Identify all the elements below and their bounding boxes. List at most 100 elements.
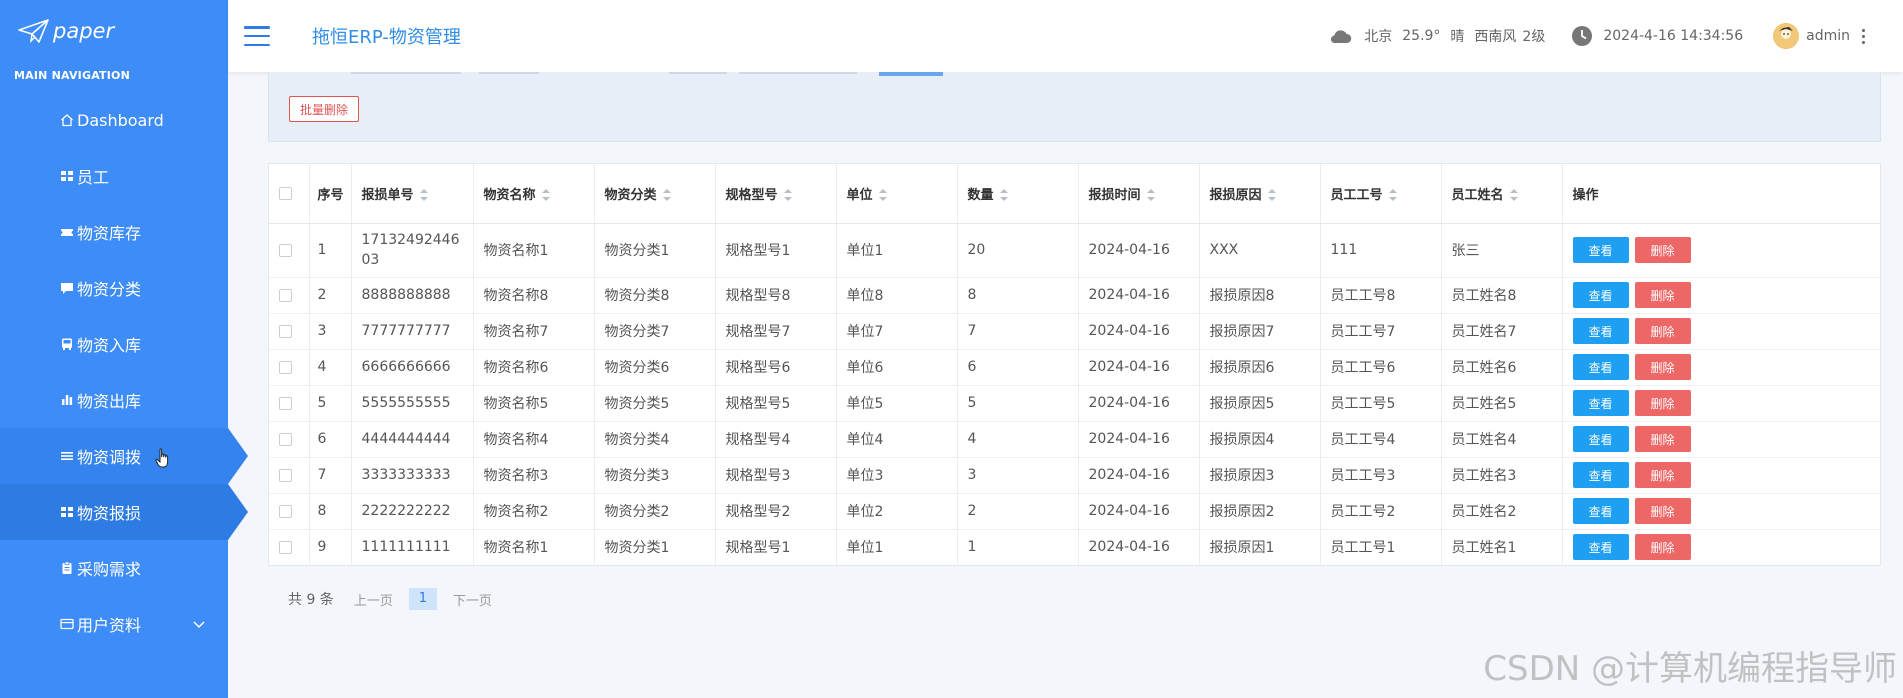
view-button[interactable]: 查看 [1572, 462, 1629, 488]
brand-logo[interactable]: paper [0, 0, 228, 62]
table-row: 5 5555555555 物资名称5 物资分类5 规格型号5 单位5 5 2024-04-16… [269, 385, 1880, 422]
delete-button[interactable]: 删除 [1634, 354, 1691, 380]
sort-icon[interactable] [419, 189, 428, 202]
sort-icon[interactable] [1267, 189, 1276, 202]
cell-unit: 单位6 [836, 349, 958, 386]
sidebar-item-purchase[interactable]: 采购需求 [0, 540, 228, 596]
column-header-material-name[interactable]: 物资名称 [473, 164, 595, 224]
cell-employee-no: 员工工号6 [1320, 349, 1442, 386]
table-row: 4 6666666666 物资名称6 物资分类6 规格型号6 单位6 6 2024-04-16… [269, 349, 1880, 386]
sort-icon[interactable] [1388, 189, 1397, 202]
view-button[interactable]: 查看 [1572, 282, 1629, 308]
column-header-actions: 操作 [1562, 164, 1880, 224]
view-button[interactable]: 查看 [1572, 498, 1629, 524]
row-checkbox[interactable] [279, 468, 292, 482]
delete-button[interactable]: 删除 [1634, 282, 1691, 308]
row-checkbox[interactable] [279, 243, 292, 257]
row-checkbox[interactable] [279, 360, 292, 374]
sidebar-item-transfer[interactable]: 物资调拨 [0, 428, 248, 484]
column-header-spec[interactable]: 规格型号 [715, 164, 837, 224]
weather-level: 2级 [1522, 29, 1546, 45]
row-checkbox[interactable] [279, 324, 292, 338]
cell-material-name: 物资名称7 [473, 313, 595, 350]
batch-delete-button[interactable]: 批量删除 [289, 96, 360, 122]
sidebar-item-category[interactable]: 物资分类 [0, 260, 228, 316]
prev-page-link[interactable]: 上一页 [354, 590, 393, 609]
cell-unit: 单位5 [836, 385, 958, 422]
column-header-report-time[interactable]: 报损时间 [1078, 164, 1200, 224]
column-header-report-no[interactable]: 报损单号 [351, 164, 474, 224]
row-checkbox[interactable] [279, 540, 292, 554]
view-button[interactable]: 查看 [1572, 426, 1629, 452]
sidebar-item-inventory[interactable]: 物资库存 [0, 204, 228, 260]
table-header-row: 序号 报损单号 物资名称 物资分类 规格型号 单位 数量 报损时间 报损原因 员… [269, 164, 1880, 224]
row-select-cell [269, 277, 310, 314]
sidebar-item-stock-in[interactable]: 物资入库 [0, 316, 228, 372]
cell-material-category: 物资分类8 [594, 277, 716, 314]
sort-icon[interactable] [1146, 189, 1155, 202]
weather-condition: 晴 [1450, 29, 1465, 45]
sort-icon[interactable] [662, 189, 671, 202]
row-checkbox[interactable] [279, 504, 292, 518]
page-number-current[interactable]: 1 [408, 588, 437, 610]
delete-button[interactable]: 删除 [1634, 426, 1691, 452]
bus-icon [60, 337, 74, 351]
cell-report-time: 2024-04-16 [1078, 313, 1200, 350]
column-header-employee-name[interactable]: 员工姓名 [1441, 164, 1563, 224]
cell-material-category: 物资分类7 [594, 313, 716, 350]
sidebar-item-user-profile[interactable]: 用户资料 [0, 596, 228, 652]
sidebar-item-damage-report[interactable]: 物资报损 [0, 484, 248, 540]
cell-quantity: 5 [957, 385, 1079, 422]
cell-material-category: 物资分类1 [594, 529, 716, 565]
column-header-material-category[interactable]: 物资分类 [594, 164, 716, 224]
cell-material-name: 物资名称5 [473, 385, 595, 422]
cell-report-no: 3333333333 [351, 457, 474, 494]
next-page-link[interactable]: 下一页 [453, 590, 492, 609]
sort-icon[interactable] [541, 189, 550, 202]
row-checkbox[interactable] [279, 396, 292, 410]
sort-icon[interactable] [999, 189, 1008, 202]
sidebar-item-stock-out[interactable]: 物资出库 [0, 372, 228, 428]
delete-button[interactable]: 删除 [1634, 498, 1691, 524]
sort-icon[interactable] [783, 189, 792, 202]
cell-reason: 报损原因5 [1199, 385, 1321, 422]
cell-actions: 查看 删除 [1562, 457, 1880, 494]
delete-button[interactable]: 删除 [1634, 462, 1691, 488]
current-datetime: 2024-4-16 14:34:56 [1603, 28, 1744, 44]
more-vertical-icon[interactable] [1862, 28, 1865, 44]
menu-toggle-icon[interactable] [244, 26, 270, 46]
delete-button[interactable]: 删除 [1634, 237, 1691, 263]
cell-report-no: 7777777777 [351, 313, 474, 350]
chevron-down-icon[interactable] [192, 617, 206, 631]
sort-icon[interactable] [1509, 189, 1518, 202]
sidebar-item-employee[interactable]: 员工 [0, 148, 228, 204]
cell-employee-no: 111 [1320, 223, 1442, 278]
table-row: 6 4444444444 物资名称4 物资分类4 规格型号4 单位4 4 2024-04-16… [269, 421, 1880, 458]
table-row: 2 8888888888 物资名称8 物资分类8 规格型号8 单位8 8 2024-04-16… [269, 277, 1880, 314]
view-button[interactable]: 查看 [1572, 390, 1629, 416]
user-menu[interactable]: admin [1773, 23, 1865, 49]
delete-button[interactable]: 删除 [1634, 318, 1691, 344]
row-checkbox[interactable] [279, 432, 292, 446]
column-header-quantity[interactable]: 数量 [957, 164, 1079, 224]
select-all-checkbox[interactable] [279, 186, 292, 200]
cell-reason: 报损原因1 [1199, 529, 1321, 565]
cell-quantity: 2 [957, 493, 1079, 530]
cell-employee-name: 员工姓名1 [1441, 529, 1563, 565]
cell-index: 5 [309, 385, 352, 422]
view-button[interactable]: 查看 [1572, 354, 1629, 380]
column-header-unit[interactable]: 单位 [836, 164, 958, 224]
hover-indicator [228, 428, 248, 484]
column-header-reason[interactable]: 报损原因 [1199, 164, 1321, 224]
cell-report-time: 2024-04-16 [1078, 385, 1200, 422]
view-button[interactable]: 查看 [1572, 534, 1629, 561]
view-button[interactable]: 查看 [1572, 237, 1629, 263]
delete-button[interactable]: 删除 [1634, 390, 1691, 416]
column-header-employee-no[interactable]: 员工工号 [1320, 164, 1442, 224]
sort-icon[interactable] [878, 189, 887, 202]
delete-button[interactable]: 删除 [1634, 534, 1691, 561]
view-button[interactable]: 查看 [1572, 318, 1629, 344]
sidebar-item-dashboard[interactable]: Dashboard [0, 92, 228, 148]
cell-unit: 单位1 [836, 529, 958, 565]
row-checkbox[interactable] [279, 288, 292, 302]
